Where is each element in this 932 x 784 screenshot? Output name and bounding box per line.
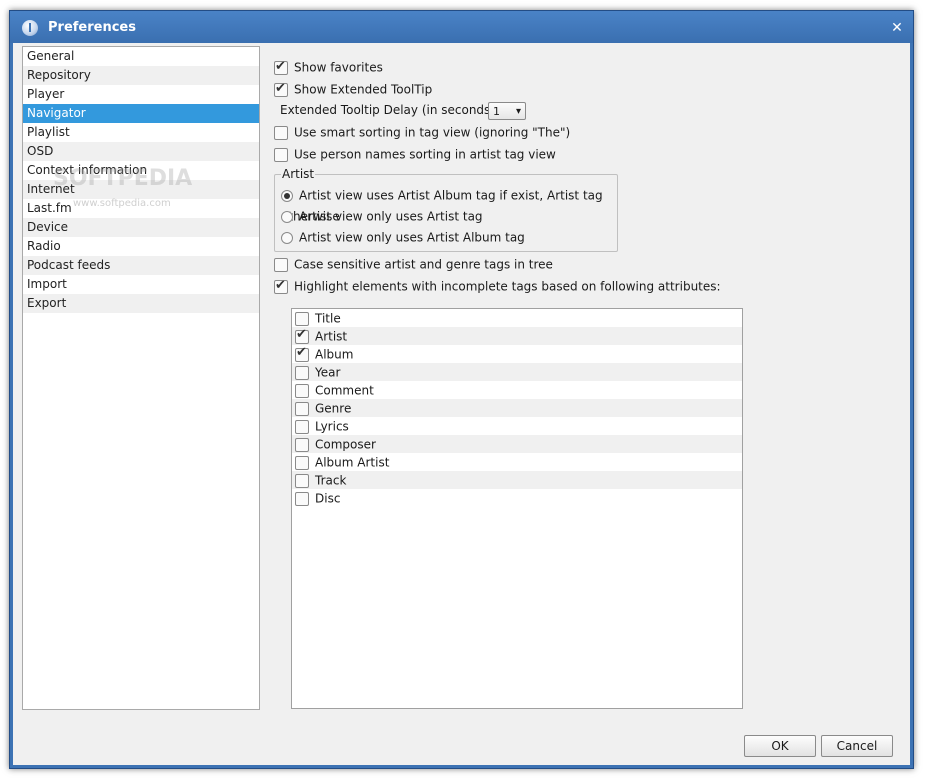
attribute-item[interactable]: Artist bbox=[292, 326, 742, 345]
smart-sorting-checkbox[interactable] bbox=[274, 125, 288, 140]
show-extended-tooltip-option[interactable]: Show Extended ToolTip bbox=[274, 79, 432, 99]
sidebar-item-device[interactable]: Device bbox=[23, 218, 259, 237]
attribute-checkbox[interactable] bbox=[295, 401, 309, 416]
artist-option-3-radio[interactable] bbox=[281, 231, 293, 244]
attribute-label: Genre bbox=[315, 401, 352, 416]
attribute-item[interactable]: Year bbox=[292, 363, 742, 381]
window-title: Preferences bbox=[48, 20, 136, 35]
attribute-checkbox[interactable] bbox=[295, 311, 309, 326]
person-names-sorting-label: Use person names sorting in artist tag v… bbox=[294, 147, 556, 162]
attribute-label: Artist bbox=[315, 329, 348, 344]
attribute-item[interactable]: Album bbox=[292, 344, 742, 363]
smart-sorting-option[interactable]: Use smart sorting in tag view (ignoring … bbox=[274, 122, 570, 142]
attribute-label: Track bbox=[315, 473, 347, 488]
attribute-label: Album bbox=[315, 347, 354, 362]
attribute-checkbox[interactable] bbox=[295, 437, 309, 452]
artist-option-1-radio[interactable] bbox=[281, 189, 293, 202]
attribute-label: Lyrics bbox=[315, 419, 349, 434]
sidebar-item-radio[interactable]: Radio bbox=[23, 237, 259, 256]
highlight-incomplete-checkbox[interactable] bbox=[274, 276, 288, 296]
attribute-item[interactable]: Composer bbox=[292, 435, 742, 453]
sidebar-item-navigator[interactable]: Navigator bbox=[23, 104, 259, 123]
show-extended-tooltip-checkbox[interactable] bbox=[274, 79, 288, 99]
attribute-checkbox[interactable] bbox=[295, 365, 309, 380]
attribute-checkbox[interactable] bbox=[295, 344, 309, 362]
cancel-button[interactable]: Cancel bbox=[821, 735, 893, 757]
attribute-checkbox[interactable] bbox=[295, 455, 309, 470]
attribute-label: Comment bbox=[315, 383, 374, 398]
preferences-window: Preferences ✕ General Repository Player Nav… bbox=[9, 10, 914, 769]
artist-group: Artist Artist view uses Artist Album tag… bbox=[274, 167, 618, 252]
show-favorites-label: Show favorites bbox=[294, 60, 383, 75]
highlight-incomplete-label: Highlight elements with incomplete tags … bbox=[294, 279, 721, 294]
sidebar-item-internet[interactable]: Internet bbox=[23, 180, 259, 199]
attribute-list[interactable]: Title Artist Album Year Comment Genre Lyrics Co… bbox=[291, 308, 743, 709]
sidebar-item-osd[interactable]: OSD bbox=[23, 142, 259, 161]
title-bar[interactable]: Preferences ✕ bbox=[10, 11, 913, 43]
attribute-item[interactable]: Comment bbox=[292, 381, 742, 399]
artist-option-1[interactable]: Artist view uses Artist Album tag if exi… bbox=[281, 185, 617, 223]
attribute-checkbox[interactable] bbox=[295, 473, 309, 488]
sidebar-item-repository[interactable]: Repository bbox=[23, 66, 259, 85]
attribute-label: Album Artist bbox=[315, 455, 390, 470]
case-sensitive-option[interactable]: Case sensitive artist and genre tags in … bbox=[274, 254, 553, 274]
sidebar-item-import[interactable]: Import bbox=[23, 275, 259, 294]
case-sensitive-checkbox[interactable] bbox=[274, 257, 288, 272]
attribute-checkbox[interactable] bbox=[295, 326, 309, 344]
attribute-item[interactable]: Album Artist bbox=[292, 453, 742, 471]
attribute-checkbox[interactable] bbox=[295, 491, 309, 506]
sidebar-item-player[interactable]: Player bbox=[23, 85, 259, 104]
smart-sorting-label: Use smart sorting in tag view (ignoring … bbox=[294, 125, 571, 140]
artist-option-3[interactable]: Artist view only uses Artist Album tag bbox=[281, 227, 525, 247]
person-names-sorting-option[interactable]: Use person names sorting in artist tag v… bbox=[274, 144, 556, 164]
case-sensitive-label: Case sensitive artist and genre tags in … bbox=[294, 257, 553, 272]
artist-group-title: Artist bbox=[281, 167, 316, 181]
navigator-panel: Show favorites Show Extended ToolTip Ext… bbox=[274, 43, 904, 723]
artist-option-2-label: Artist view only uses Artist tag bbox=[299, 209, 483, 224]
sidebar-item-export[interactable]: Export bbox=[23, 294, 259, 313]
ok-button[interactable]: OK bbox=[744, 735, 816, 757]
attribute-label: Composer bbox=[315, 437, 376, 452]
artist-option-3-label: Artist view only uses Artist Album tag bbox=[299, 230, 525, 245]
attribute-item[interactable]: Title bbox=[292, 309, 742, 327]
show-favorites-checkbox[interactable] bbox=[274, 57, 288, 77]
tooltip-delay-select[interactable]: 1 ▾ bbox=[488, 102, 526, 120]
close-button[interactable]: ✕ bbox=[889, 20, 905, 36]
sidebar-item-context-information[interactable]: Context information bbox=[23, 161, 259, 180]
app-icon bbox=[22, 20, 38, 36]
highlight-incomplete-option[interactable]: Highlight elements with incomplete tags … bbox=[274, 276, 721, 296]
artist-option-2-radio[interactable] bbox=[281, 210, 293, 223]
attribute-label: Disc bbox=[315, 491, 341, 506]
sidebar-item-playlist[interactable]: Playlist bbox=[23, 123, 259, 142]
person-names-sorting-checkbox[interactable] bbox=[274, 147, 288, 162]
attribute-item[interactable]: Disc bbox=[292, 489, 742, 507]
artist-option-2[interactable]: Artist view only uses Artist tag bbox=[281, 206, 483, 226]
attribute-item[interactable]: Genre bbox=[292, 399, 742, 417]
show-extended-tooltip-label: Show Extended ToolTip bbox=[294, 82, 433, 97]
attribute-label: Title bbox=[315, 311, 341, 326]
dialog-content: General Repository Player Navigator Playlist… bbox=[13, 43, 910, 765]
chevron-down-icon: ▾ bbox=[515, 106, 521, 117]
attribute-checkbox[interactable] bbox=[295, 383, 309, 398]
attribute-checkbox[interactable] bbox=[295, 419, 309, 434]
attribute-item[interactable]: Track bbox=[292, 471, 742, 489]
tooltip-delay-value: 1 bbox=[493, 105, 500, 118]
category-list[interactable]: General Repository Player Navigator Playlist… bbox=[22, 46, 260, 710]
sidebar-item-general[interactable]: General bbox=[23, 47, 259, 66]
attribute-label: Year bbox=[315, 365, 341, 380]
sidebar-item-podcast-feeds[interactable]: Podcast feeds bbox=[23, 256, 259, 275]
tooltip-delay-label: Extended Tooltip Delay (in seconds) bbox=[280, 103, 495, 117]
show-favorites-option[interactable]: Show favorites bbox=[274, 57, 383, 77]
attribute-item[interactable]: Lyrics bbox=[292, 417, 742, 435]
sidebar-item-last-fm[interactable]: Last.fm bbox=[23, 199, 259, 218]
